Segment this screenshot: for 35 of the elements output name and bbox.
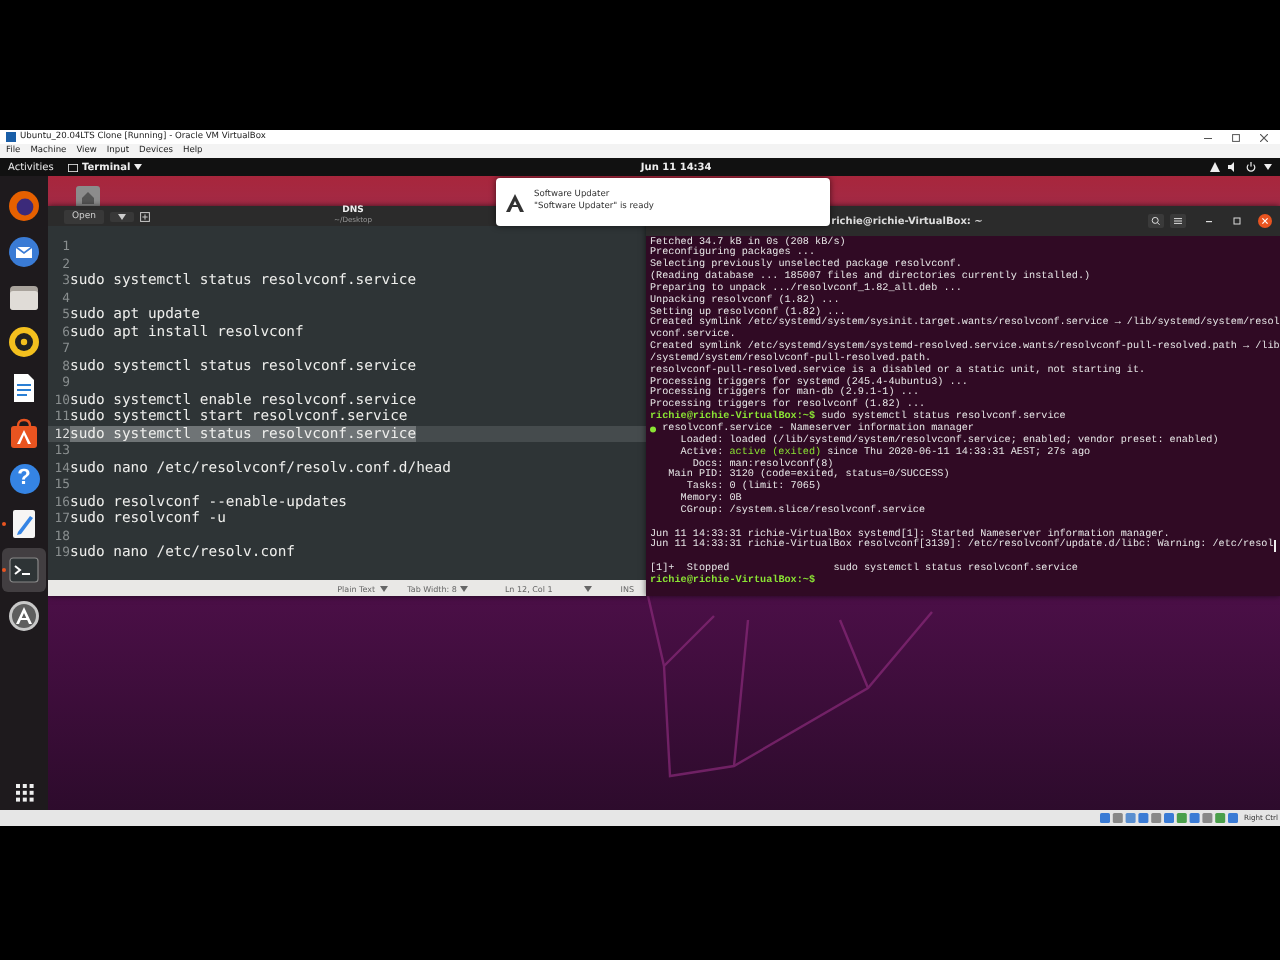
caret-icon — [460, 585, 469, 591]
document-icon — [8, 372, 40, 405]
mail-icon — [8, 236, 40, 269]
app-logo-icon — [6, 132, 16, 142]
power-icon[interactable] — [1246, 162, 1256, 172]
search-icon[interactable] — [1148, 214, 1164, 228]
app-grid-icon[interactable] — [15, 784, 33, 802]
open-menu-button[interactable] — [110, 211, 135, 221]
shopping-bag-icon — [8, 417, 40, 450]
volume-icon[interactable] — [1228, 162, 1238, 172]
speaker-icon — [8, 326, 40, 359]
browser-icon — [8, 190, 40, 223]
folder-icon — [8, 281, 40, 314]
close-icon[interactable] — [1260, 133, 1268, 141]
updater-icon — [8, 599, 40, 632]
caret-icon — [379, 585, 388, 591]
home-folder-icon[interactable] — [76, 186, 100, 208]
menu-icon[interactable] — [1170, 214, 1186, 228]
terminal-icon — [68, 163, 78, 171]
terminal-icon — [8, 553, 40, 586]
caret-icon — [118, 213, 127, 219]
minimize-icon[interactable] — [1204, 133, 1212, 141]
help-icon: ? — [9, 463, 39, 494]
updater-icon — [506, 193, 524, 211]
text-editor-icon — [8, 508, 40, 541]
network-icon[interactable] — [1210, 162, 1220, 172]
status-dot-icon — [650, 426, 657, 434]
maximize-icon[interactable] — [1232, 133, 1240, 141]
dock-item[interactable]: ? — [2, 456, 46, 502]
caret-icon — [134, 164, 143, 170]
caret-icon — [584, 585, 593, 591]
minimize-icon[interactable] — [1204, 216, 1214, 226]
caret-icon — [1264, 164, 1272, 170]
device-status-drawing[interactable] — [1099, 812, 1240, 824]
new-tab-icon[interactable] — [140, 211, 151, 221]
